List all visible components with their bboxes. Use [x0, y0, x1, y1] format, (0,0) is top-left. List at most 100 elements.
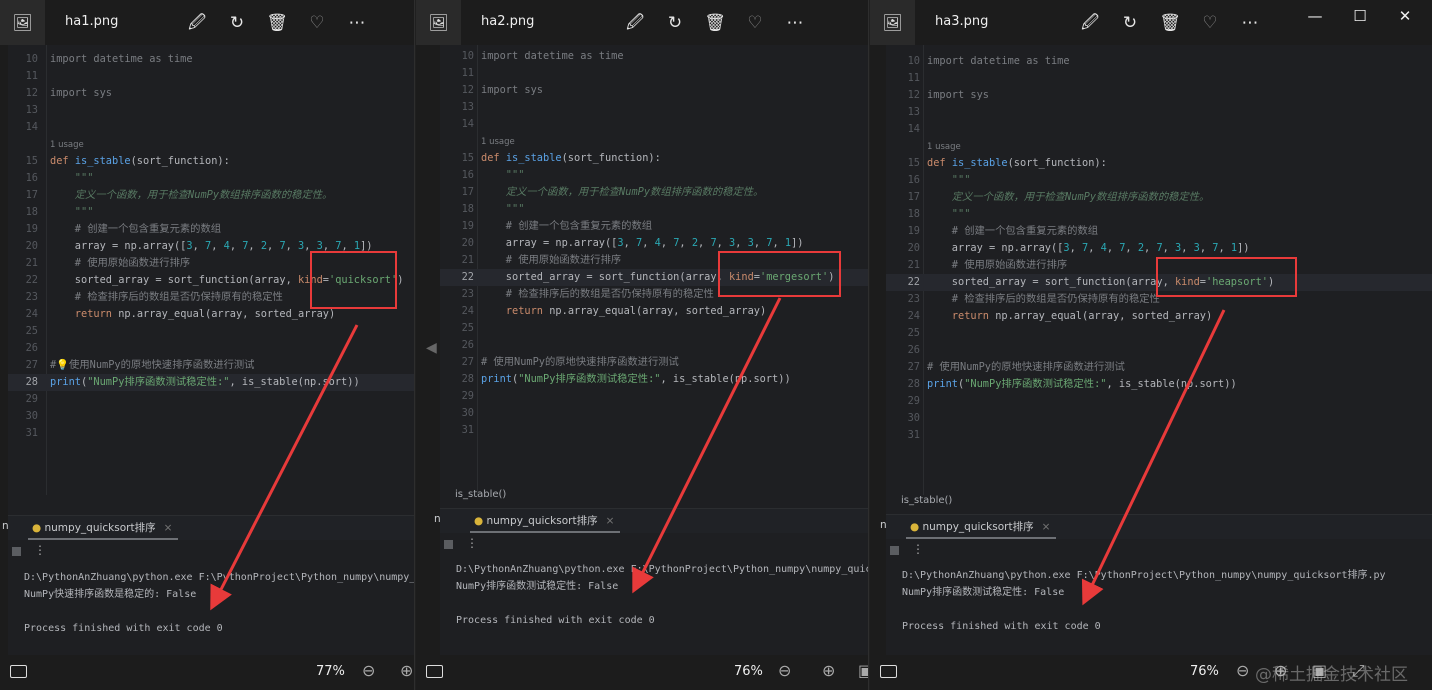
run-tab-previous[interactable]: n: [2, 520, 9, 532]
zoom-out-icon[interactable]: ⊖: [362, 661, 375, 680]
usage-hint[interactable]: 1 usage: [481, 137, 515, 147]
line-number: 28: [907, 378, 920, 390]
run-tab[interactable]: ● numpy_quicksort排序 ×: [910, 519, 1050, 534]
code-text: # 检查排序后的数组是否仍保持原有的稳定性: [927, 291, 1160, 308]
rotate-button[interactable]: ↻: [224, 10, 250, 36]
photos-app-icon[interactable]: 🖼: [416, 0, 461, 45]
file-name: ha2.png: [481, 14, 535, 29]
code-text: sorted_array = sort_function(array, kind…: [50, 272, 404, 289]
line-number: 23: [25, 291, 38, 303]
favorite-heart-icon: ♡: [1202, 13, 1218, 33]
edit-image-button[interactable]: 🖉: [622, 10, 648, 36]
favorite-heart-icon: ♡: [309, 13, 325, 33]
code-token: ): [828, 271, 835, 283]
console-line: NumPy快速排序函数是稳定的: False: [24, 589, 197, 600]
code-token: # 创建一个包含重复元素的数组: [927, 225, 1099, 237]
usage-hint[interactable]: 1 usage: [50, 140, 84, 150]
line-number: 13: [907, 106, 920, 118]
code-text: """: [481, 167, 525, 184]
run-tab[interactable]: ● numpy_quicksort排序 ×: [32, 520, 172, 535]
line-number: 23: [461, 288, 474, 300]
code-token: "NumPy排序函数测试稳定性:": [87, 376, 230, 388]
delete-button[interactable]: 🗑: [264, 10, 290, 36]
code-line: 10 import datetime as time: [440, 48, 868, 65]
delete-button[interactable]: 🗑: [702, 10, 728, 36]
more-actions-icon[interactable]: ⋮: [34, 543, 46, 557]
favorite-button[interactable]: ♡: [304, 10, 330, 36]
filmstrip-toggle-icon[interactable]: [10, 665, 27, 678]
close-tab-icon[interactable]: ×: [606, 515, 615, 527]
photos-app-icon[interactable]: 🖼: [870, 0, 915, 45]
filmstrip-toggle-icon[interactable]: [426, 665, 443, 678]
zoom-out-icon[interactable]: ⊖: [1236, 661, 1249, 680]
usage-hint[interactable]: 1 usage: [927, 142, 961, 152]
code-text: array = np.array([3, 7, 4, 7, 2, 7, 3, 3…: [50, 238, 373, 255]
code-text: def is_stable(sort_function):: [50, 153, 230, 170]
code-line: 1 usage: [8, 136, 414, 153]
close-button[interactable]: ✕: [1390, 4, 1420, 28]
line-number: 11: [25, 70, 38, 82]
line-number: 31: [25, 427, 38, 439]
minimize-button[interactable]: —: [1300, 4, 1330, 28]
breadcrumb[interactable]: is_stable(): [455, 489, 506, 500]
photos-app-icon[interactable]: 🖼: [0, 0, 45, 45]
more-actions-icon[interactable]: ⋮: [466, 536, 478, 550]
code-token: ,: [642, 237, 655, 249]
code-line: 27 # 使用NumPy的原地快速排序函数进行测试: [886, 359, 1432, 376]
stop-button[interactable]: [444, 540, 453, 549]
zoom-out-icon[interactable]: ⊖: [778, 661, 791, 680]
line-number: 22: [907, 276, 920, 288]
run-tab-previous[interactable]: n: [880, 519, 887, 531]
code-token: sorted_array = sort_function(array,: [481, 271, 729, 283]
code-token: (sort_function):: [130, 155, 230, 167]
breadcrumb[interactable]: is_stable(): [901, 495, 952, 506]
more-options-button[interactable]: ⋯: [782, 10, 808, 36]
code-text: sorted_array = sort_function(array, kind…: [481, 269, 835, 286]
run-tool-window-tabs: n ● numpy_quicksort排序 ×: [434, 508, 868, 533]
code-token: ,: [248, 240, 261, 252]
previous-image-arrow-icon[interactable]: ◀: [426, 340, 437, 356]
code-token: 定义一个函数，用于检查NumPy数组排序函数的稳定性。: [927, 191, 1210, 203]
run-tab-previous[interactable]: n: [434, 513, 441, 525]
stop-button[interactable]: [890, 546, 899, 555]
code-token: ,: [285, 240, 299, 252]
more-options-button[interactable]: ⋯: [344, 10, 370, 36]
active-tab-indicator: [906, 537, 1056, 539]
run-tab[interactable]: ● numpy_quicksort排序 ×: [474, 513, 614, 528]
close-tab-icon[interactable]: ×: [1042, 521, 1051, 533]
filmstrip-toggle-icon[interactable]: [880, 665, 897, 678]
line-number: 29: [461, 390, 474, 402]
code-text: # 使用原始函数进行排序: [927, 257, 1067, 274]
line-number: 18: [25, 206, 38, 218]
close-tab-icon[interactable]: ×: [164, 522, 173, 534]
stop-button[interactable]: [12, 547, 21, 556]
edit-image-button[interactable]: 🖉: [1077, 10, 1103, 36]
zoom-in-icon[interactable]: ⊕: [822, 661, 835, 680]
title-bar: 🖼 ha1.png 🖉 ↻ 🗑 ♡ ⋯: [0, 0, 414, 45]
code-token: ,: [1144, 242, 1157, 254]
code-token: ,: [1181, 242, 1194, 254]
delete-button[interactable]: 🗑: [1157, 10, 1183, 36]
line-number: 19: [25, 223, 38, 235]
code-line: 11: [886, 70, 1432, 87]
more-actions-icon[interactable]: ⋮: [912, 542, 924, 556]
code-token: kind: [297, 274, 323, 286]
favorite-button[interactable]: ♡: [742, 10, 768, 36]
code-token: """: [481, 203, 525, 215]
line-number: 31: [907, 429, 920, 441]
more-options-button[interactable]: ⋯: [1237, 10, 1263, 36]
rotate-button[interactable]: ↻: [662, 10, 688, 36]
line-number: 10: [461, 50, 474, 62]
code-token: ,: [267, 240, 280, 252]
rotate-button[interactable]: ↻: [1117, 10, 1143, 36]
favorite-button[interactable]: ♡: [1197, 10, 1223, 36]
maximize-button[interactable]: ☐: [1345, 4, 1375, 28]
zoom-in-icon[interactable]: ⊕: [400, 661, 413, 680]
code-text: array = np.array([3, 7, 4, 7, 2, 7, 3, 3…: [481, 235, 804, 252]
actual-size-icon[interactable]: ▣: [858, 661, 868, 680]
code-token: is_stable: [505, 152, 562, 164]
active-tab-indicator: [28, 538, 178, 540]
edit-image-button[interactable]: 🖉: [184, 10, 210, 36]
line-number: 21: [461, 254, 474, 266]
code-line: 31: [8, 425, 414, 442]
